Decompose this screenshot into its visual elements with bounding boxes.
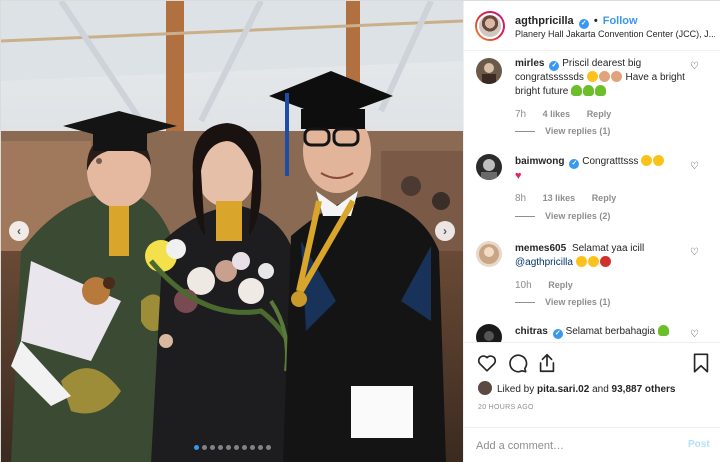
add-comment-bar: Post xyxy=(464,427,720,462)
liked-by-user[interactable]: pita.sari.02 xyxy=(537,384,589,395)
comment-username[interactable]: memes605 xyxy=(515,243,566,254)
emoji-icon xyxy=(595,85,607,96)
comment-avatar[interactable] xyxy=(476,324,502,342)
post-photo[interactable]: ‹ › xyxy=(1,1,463,462)
emoji-icon xyxy=(583,85,595,96)
reply-button[interactable]: Reply xyxy=(592,193,617,203)
carousel-indicator xyxy=(1,445,463,450)
carousel-dot xyxy=(241,445,247,450)
comment-like-heart-icon[interactable]: ♡ xyxy=(690,247,699,258)
view-replies-button[interactable]: View replies (1) xyxy=(515,297,610,307)
reply-button[interactable]: Reply xyxy=(587,109,612,119)
reply-button[interactable]: Reply xyxy=(548,280,573,290)
liked-by-count[interactable]: 93,887 others xyxy=(612,384,676,395)
comment-likes[interactable]: 13 likes xyxy=(543,193,576,203)
carousel-dot xyxy=(217,445,223,450)
comment-text: Selamat berbahagia xyxy=(565,326,658,337)
view-replies-label: View replies (1) xyxy=(545,126,611,136)
verified-badge-icon: ✓ xyxy=(549,61,560,71)
carousel-dot xyxy=(233,445,239,450)
carousel-dot xyxy=(225,445,231,450)
carousel-dot xyxy=(249,445,255,450)
view-replies-button[interactable]: View replies (1) xyxy=(515,126,610,136)
next-photo-button[interactable]: › xyxy=(435,221,455,241)
heart-icon[interactable] xyxy=(476,352,498,374)
emoji-icon xyxy=(657,325,669,336)
comment-input[interactable] xyxy=(476,437,666,455)
comment-time[interactable]: 7h xyxy=(515,109,526,120)
view-replies-label: View replies (1) xyxy=(545,297,611,307)
comment-avatar[interactable] xyxy=(476,58,502,84)
post-actions: Liked by pita.sari.02 and 93,887 others … xyxy=(464,342,720,462)
emoji-icon xyxy=(571,85,583,96)
comments-list[interactable]: ♡ mirles ✓ Priscil dearest big congratsss… xyxy=(464,52,720,342)
post-sidebar: agthpricilla ✓ • Follow Planery Hall Jak… xyxy=(463,1,720,462)
post-timestamp[interactable]: 20 HOURS AGO xyxy=(478,404,534,411)
carousel-dot xyxy=(201,445,207,450)
share-icon[interactable] xyxy=(536,352,558,374)
liked-by-prefix: Liked by xyxy=(497,384,538,395)
instagram-post-modal: ‹ › agthpricilla ✓ • Follow Planery Hall… xyxy=(0,0,720,462)
post-header: agthpricilla ✓ • Follow Planery Hall Jak… xyxy=(464,1,720,51)
comment-username[interactable]: baimwong xyxy=(515,156,564,167)
header-separator: • xyxy=(593,15,598,27)
comment-avatar[interactable] xyxy=(476,154,502,180)
author-username[interactable]: agthpricilla xyxy=(515,15,574,27)
chevron-right-icon: › xyxy=(443,224,447,238)
emoji-icon xyxy=(598,71,610,82)
author-avatar[interactable] xyxy=(475,11,505,41)
comment-text: Selamat yaa icill xyxy=(571,243,645,254)
comment-time[interactable]: 8h xyxy=(515,193,526,204)
carousel-dot xyxy=(193,445,199,450)
comment-username[interactable]: chitras xyxy=(515,326,548,337)
view-replies-button[interactable]: View replies (2) xyxy=(515,211,610,221)
comment-text: Congratttsss xyxy=(582,156,642,167)
liked-by-summary: Liked by pita.sari.02 and 93,887 others xyxy=(478,381,675,395)
comment-avatar[interactable] xyxy=(476,241,502,267)
comment-time[interactable]: 10h xyxy=(515,280,532,291)
verified-badge-icon: ✓ xyxy=(552,329,563,339)
liker-avatar[interactable] xyxy=(478,381,492,395)
comment-mention-link[interactable]: @agthpricilla xyxy=(515,257,573,268)
verified-badge-icon: ✓ xyxy=(569,159,580,169)
verified-badge-icon: ✓ xyxy=(578,19,589,29)
emoji-icon xyxy=(610,71,622,82)
post-location[interactable]: Planery Hall Jakarta Convention Center (… xyxy=(515,29,715,39)
follow-button[interactable]: Follow xyxy=(603,15,638,27)
emoji-icon xyxy=(641,155,653,166)
liked-by-mid: and xyxy=(589,384,612,395)
comment-like-heart-icon[interactable]: ♡ xyxy=(690,61,699,72)
previous-photo-button[interactable]: ‹ xyxy=(9,221,29,241)
carousel-dot xyxy=(209,445,215,450)
post-comment-button[interactable]: Post xyxy=(688,439,710,450)
view-replies-label: View replies (2) xyxy=(545,211,611,221)
comment-likes[interactable]: 4 likes xyxy=(543,109,571,119)
comment-like-heart-icon[interactable]: ♡ xyxy=(690,161,699,172)
emoji-icon xyxy=(599,256,611,267)
comment-like-heart-icon[interactable]: ♡ xyxy=(690,329,699,340)
comment-icon[interactable] xyxy=(506,352,528,374)
graduation-photo-image xyxy=(1,1,463,462)
chevron-left-icon: ‹ xyxy=(17,224,21,238)
heart-emoji-icon: ♥ xyxy=(515,170,522,182)
bookmark-icon[interactable] xyxy=(690,352,712,374)
carousel-dot xyxy=(265,445,271,450)
emoji-icon xyxy=(653,155,665,166)
emoji-icon xyxy=(587,256,599,267)
emoji-icon xyxy=(575,256,587,267)
emoji-icon xyxy=(586,71,598,82)
carousel-dot xyxy=(257,445,263,450)
comment-username[interactable]: mirles xyxy=(515,58,544,69)
